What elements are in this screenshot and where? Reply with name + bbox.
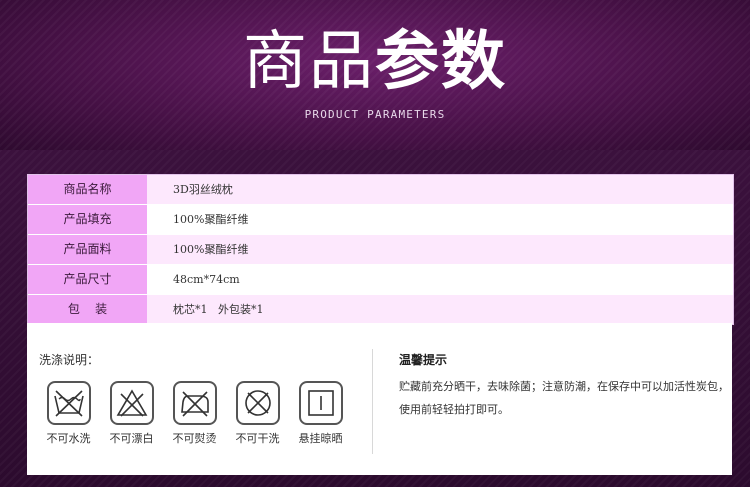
param-label: 产品面料: [28, 235, 147, 264]
param-value: 48cm*74cm: [147, 265, 733, 294]
param-label: 产品填充: [28, 205, 147, 234]
param-row-package: 包 装 枕芯*1 外包装*1: [28, 294, 733, 324]
care-item: 不可漂白: [100, 381, 163, 446]
section-divider: [372, 349, 373, 454]
care-card: 洗涤说明： 不可水洗 不可漂白 不可熨烫 不可干洗 悬挂晾晒 温馨提示 贮藏前充…: [27, 323, 732, 475]
header-banner: 商品参数 PRODUCT PARAMETERS: [0, 0, 750, 150]
care-label: 不可漂白: [109, 432, 154, 445]
care-icons: 不可水洗 不可漂白 不可熨烫 不可干洗 悬挂晾晒: [37, 381, 352, 446]
param-label: 商品名称: [28, 175, 147, 204]
page-subtitle: PRODUCT PARAMETERS: [304, 108, 446, 121]
params-table: 商品名称 3D羽丝绒枕 产品填充 100%聚酯纤维 产品面料 100%聚酯纤维 …: [27, 174, 734, 325]
title-bold: 参数: [375, 24, 507, 99]
care-item: 悬挂晾晒: [289, 381, 352, 446]
wash-instructions-title: 洗涤说明：: [39, 353, 100, 367]
care-item: 不可水洗: [37, 381, 100, 446]
no-wash-icon: [46, 381, 91, 425]
no-bleach-icon: [109, 381, 154, 425]
param-value: 3D羽丝绒枕: [147, 175, 733, 204]
care-item: 不可熨烫: [163, 381, 226, 446]
care-item: 不可干洗: [226, 381, 289, 446]
care-label: 悬挂晾晒: [298, 432, 343, 445]
param-value: 枕芯*1 外包装*1: [147, 295, 733, 324]
param-row-filling: 产品填充 100%聚酯纤维: [28, 204, 733, 234]
param-row-fabric: 产品面料 100%聚酯纤维: [28, 234, 733, 264]
care-label: 不可干洗: [235, 432, 280, 445]
care-label: 不可熨烫: [172, 432, 217, 445]
tips-text: 贮藏前充分晒干，去味除菌；注意防潮，在保存中可以加活性炭包，使用前轻轻拍打即可。: [399, 380, 729, 416]
tips-title: 温馨提示: [399, 353, 448, 367]
param-label: 产品尺寸: [28, 265, 147, 294]
page-title: 商品参数: [0, 22, 750, 102]
title-light: 商品: [243, 25, 375, 99]
param-value: 100%聚酯纤维: [147, 235, 733, 264]
param-row-name: 商品名称 3D羽丝绒枕: [28, 175, 733, 204]
care-label: 不可水洗: [46, 432, 91, 445]
param-label: 包 装: [28, 295, 147, 324]
no-iron-icon: [172, 381, 217, 425]
param-row-size: 产品尺寸 48cm*74cm: [28, 264, 733, 294]
no-dry-clean-icon: [235, 381, 280, 425]
param-value: 100%聚酯纤维: [147, 205, 733, 234]
hang-dry-icon: [298, 381, 343, 425]
